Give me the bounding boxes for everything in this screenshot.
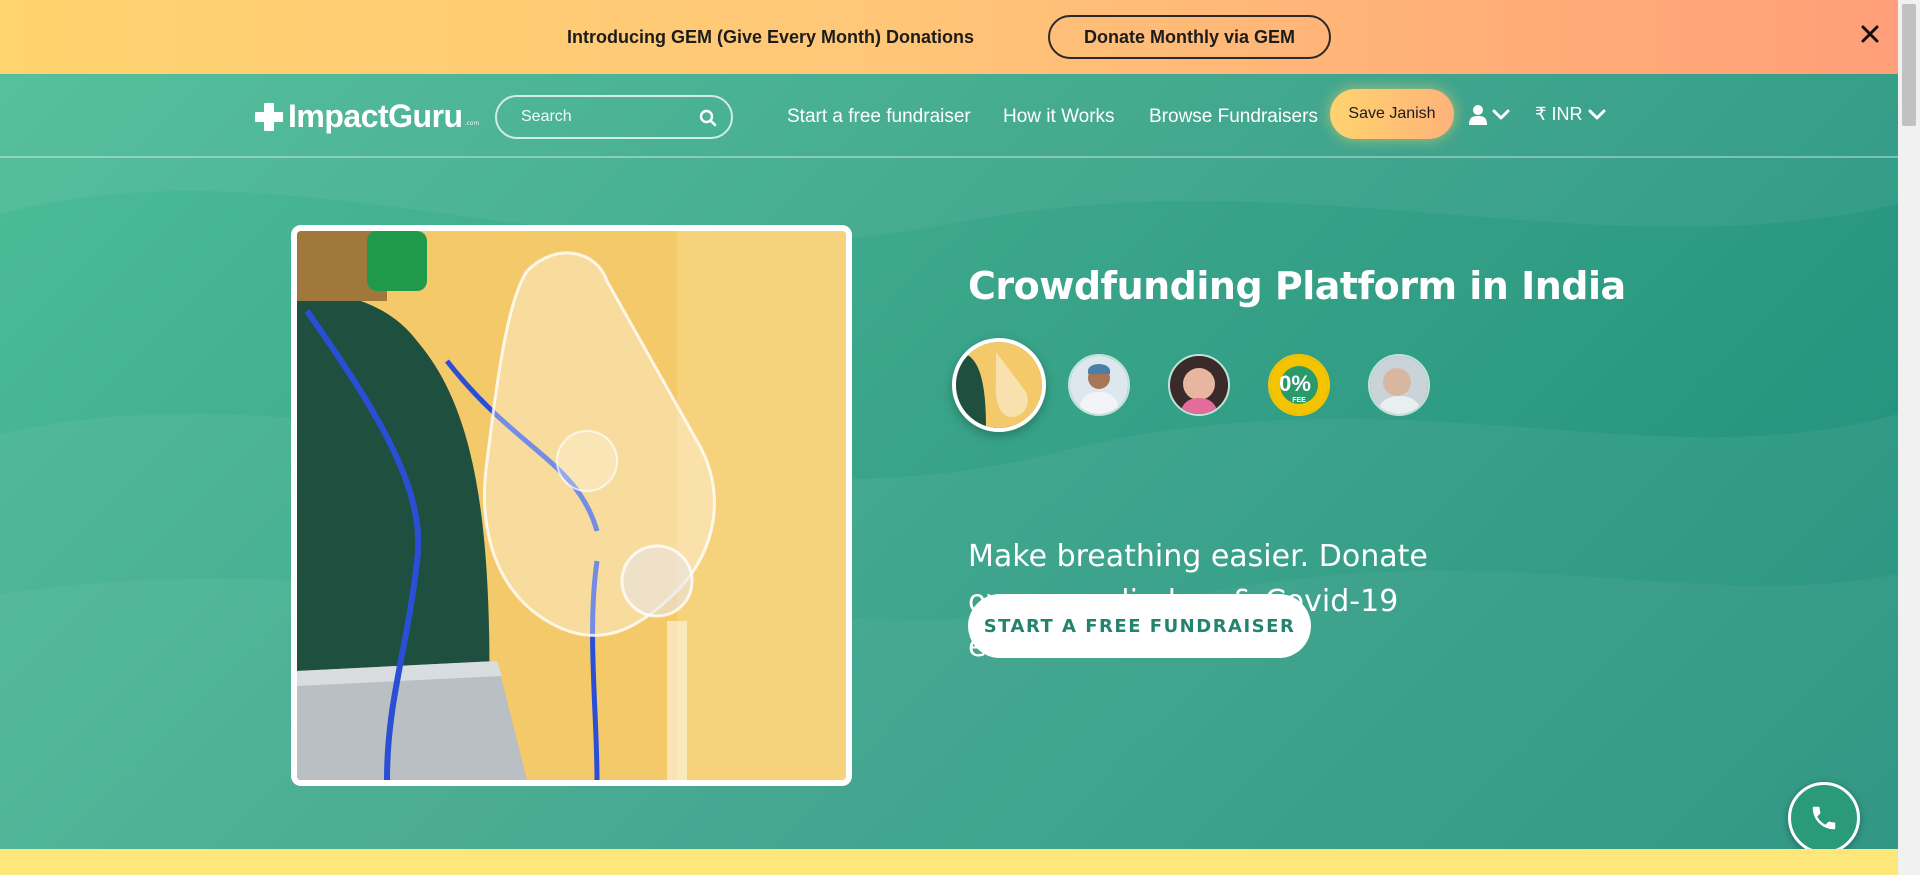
fee-label: FEE [1292,397,1306,404]
nav-link-how-it-works[interactable]: How it Works [1003,106,1115,128]
zero-fee-text: 0% [1279,371,1311,396]
next-section-strip [0,849,1898,875]
phone-glyph [1812,806,1836,830]
announcement-text: Introducing GEM (Give Every Month) Donat… [566,26,974,47]
currency-label: ₹ INR [1535,104,1583,124]
scrollbar[interactable] [1898,0,1920,875]
chevron-down-icon [1588,109,1606,119]
scrollbar-thumb[interactable] [1902,4,1916,126]
thumbnail-baby[interactable] [1168,354,1230,416]
logo[interactable]: ImpactGuru .com [254,98,479,135]
nav-link-browse-fundraisers[interactable]: Browse Fundraisers [1149,106,1318,128]
search-icon[interactable] [699,109,717,127]
thumbnail-patient[interactable] [1368,354,1430,416]
search-box[interactable] [495,95,733,139]
search-input[interactable] [521,108,711,126]
phone-icon[interactable] [1788,782,1860,854]
thumbnail-oxygen-mask[interactable] [952,338,1046,432]
logo-text: ImpactGuru [288,98,463,134]
top-nav: ImpactGuru .com Start a free fundraiser … [0,74,1898,158]
hero-image-card [291,225,852,786]
oxygen-mask-image [297,231,846,780]
donate-monthly-button[interactable]: Donate Monthly via GEM [1047,15,1332,59]
start-fundraiser-button[interactable]: START A FREE FUNDRAISER [968,594,1311,658]
page-title: Crowdfunding Platform in India [968,264,1626,308]
close-icon[interactable] [1858,22,1882,46]
background-waves [0,74,1898,849]
thumbnail-zero-fee-badge[interactable]: 0% FEE [1268,354,1330,416]
announcement-bar: Introducing GEM (Give Every Month) Donat… [0,0,1898,74]
save-janish-button[interactable]: Save Janish [1330,89,1454,139]
currency-selector[interactable]: ₹ INR [1535,104,1606,125]
nav-link-start-fundraiser[interactable]: Start a free fundraiser [787,106,971,128]
user-icon [1469,105,1487,125]
user-menu[interactable] [1468,104,1510,126]
hero-section: ImpactGuru .com Start a free fundraiser … [0,74,1898,849]
thumbnail-carousel: 0% FEE [952,338,1472,438]
thumbnail-doctor[interactable] [1068,354,1130,416]
plus-icon [255,102,283,131]
logo-suffix: .com [464,120,480,127]
chevron-down-icon [1492,109,1510,120]
